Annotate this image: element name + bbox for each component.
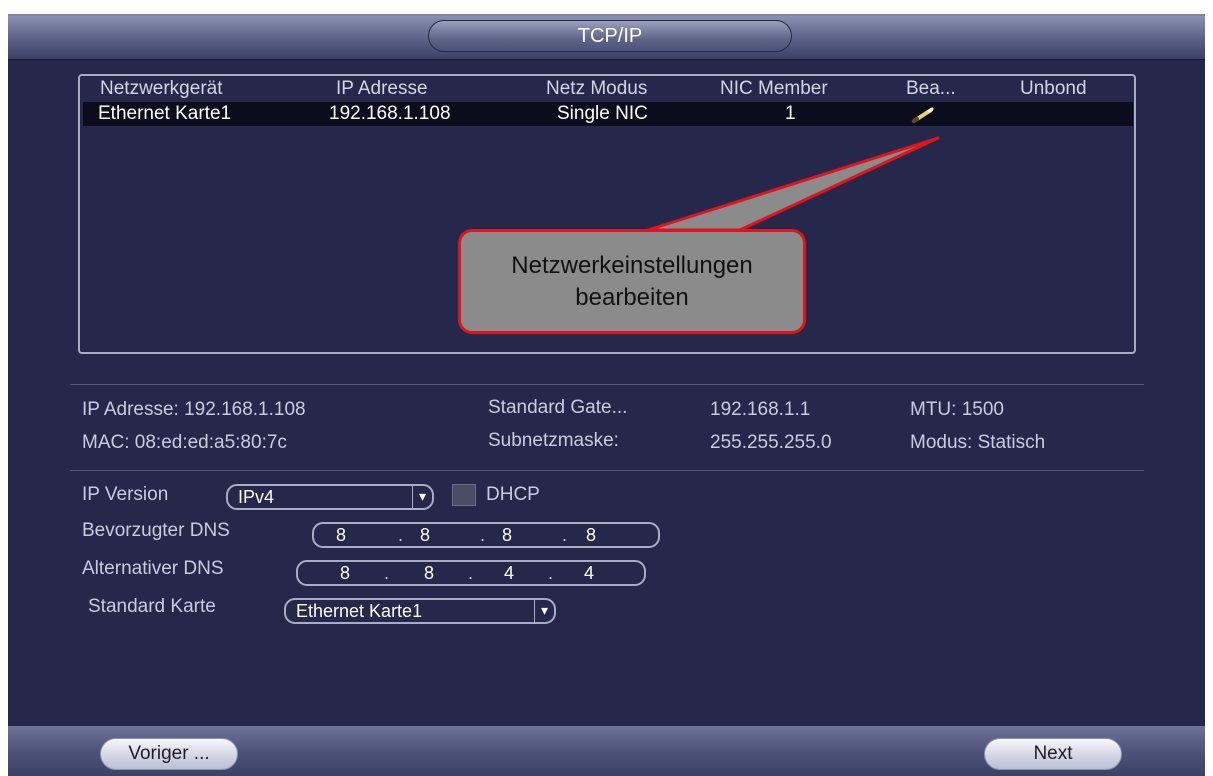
ip-version-value: IPv4 <box>238 487 275 507</box>
dns-octet[interactable]: 4 <box>504 562 514 584</box>
chevron-down-icon[interactable]: ▾ <box>412 485 432 509</box>
alt-dns-field[interactable]: 8 . 8 . 4 . 4 <box>296 560 646 586</box>
default-card-label: Standard Karte <box>88 596 216 617</box>
chevron-down-icon[interactable]: ▾ <box>534 599 554 623</box>
ip-separator: . <box>398 525 404 545</box>
preferred-dns-label: Bevorzugter DNS <box>82 520 230 541</box>
info-mode: Modus: Statisch <box>910 432 1046 453</box>
dhcp-checkbox[interactable] <box>452 484 476 506</box>
dns-octet[interactable]: 8 <box>340 562 350 584</box>
info-ip: IP Adresse: 192.168.1.108 <box>82 399 306 420</box>
callout-line-1: Netzwerkeinstellungen <box>511 252 753 279</box>
ip-separator: . <box>480 525 486 545</box>
info-gateway-value: 192.168.1.1 <box>710 399 811 420</box>
column-header-device[interactable]: Netzwerkgerät <box>100 78 223 100</box>
dns-octet[interactable]: 8 <box>586 524 596 546</box>
column-header-ip[interactable]: IP Adresse <box>336 78 428 100</box>
info-mtu: MTU: 1500 <box>910 399 1004 420</box>
cell-nic-member: 1 <box>785 103 796 124</box>
ip-separator: . <box>548 563 554 583</box>
ip-separator: . <box>562 525 568 545</box>
dns-octet[interactable]: 8 <box>502 524 512 546</box>
dns-octet[interactable]: 8 <box>424 562 434 584</box>
column-header-unbond[interactable]: Unbond <box>1020 78 1087 100</box>
callout-line-2: bearbeiten <box>575 284 689 311</box>
ip-version-dropdown[interactable]: IPv4 ▾ <box>226 484 434 510</box>
info-subnet-value: 255.255.255.0 <box>710 432 832 453</box>
dhcp-label: DHCP <box>486 484 540 505</box>
info-gateway-label: Standard Gate... <box>488 397 628 418</box>
info-subnet-label: Subnetzmaske: <box>488 430 619 451</box>
dns-octet[interactable]: 8 <box>336 524 346 546</box>
alt-dns-label: Alternativer DNS <box>82 558 224 579</box>
default-card-dropdown[interactable]: Ethernet Karte1 ▾ <box>284 598 556 624</box>
next-button[interactable]: Next <box>984 738 1122 770</box>
cell-ip: 192.168.1.108 <box>329 103 451 124</box>
column-header-nic-member[interactable]: NIC Member <box>720 78 828 100</box>
callout-annotation: Netzwerkeinstellungen bearbeiten <box>458 229 806 334</box>
window-title: TCP/IP <box>428 20 792 52</box>
ip-separator: . <box>468 563 474 583</box>
info-mac: MAC: 08:ed:ed:a5:80:7c <box>82 432 287 453</box>
cell-device: Ethernet Karte1 <box>98 103 232 124</box>
default-card-value: Ethernet Karte1 <box>296 601 423 621</box>
previous-button[interactable]: Voriger ... <box>100 738 238 770</box>
ip-separator: . <box>384 563 390 583</box>
ip-version-label: IP Version <box>82 484 169 505</box>
cell-mode: Single NIC <box>557 103 648 124</box>
divider <box>70 384 1144 385</box>
pencil-icon[interactable] <box>908 106 938 124</box>
divider <box>70 470 1144 471</box>
preferred-dns-field[interactable]: 8 . 8 . 8 . 8 <box>312 522 660 548</box>
column-header-edit[interactable]: Bea... <box>906 78 956 100</box>
footer-bar: Voriger ... Next <box>8 726 1205 776</box>
dns-octet[interactable]: 8 <box>420 524 430 546</box>
title-bar: TCP/IP <box>8 16 1205 60</box>
table-row[interactable]: Ethernet Karte1 192.168.1.108 Single NIC… <box>83 102 1133 126</box>
dns-octet[interactable]: 4 <box>584 562 594 584</box>
column-header-mode[interactable]: Netz Modus <box>546 78 647 100</box>
